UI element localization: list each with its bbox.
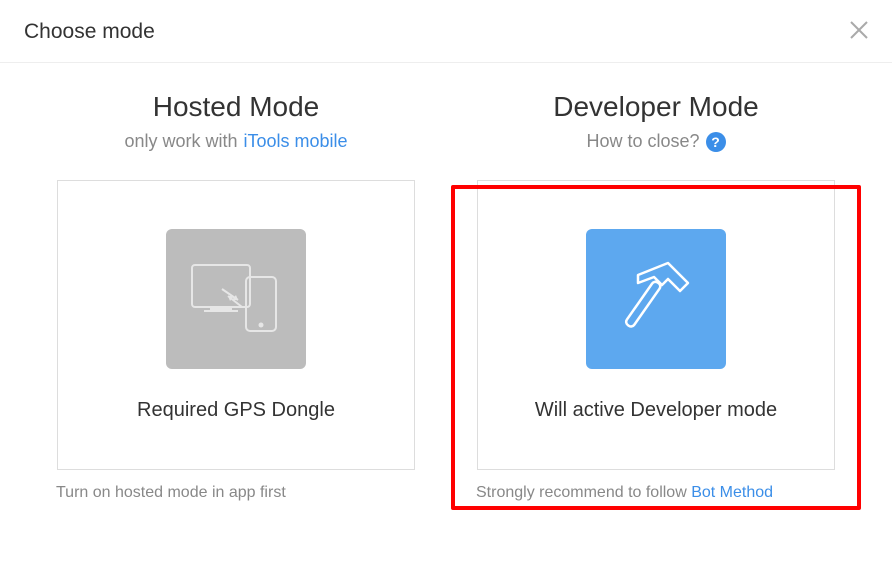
developer-footer: Strongly recommend to follow Bot Method: [466, 484, 773, 502]
developer-subtitle-text: How to close?: [586, 131, 699, 152]
hosted-title: Hosted Mode: [153, 91, 320, 123]
help-icon[interactable]: ?: [706, 132, 726, 152]
developer-footer-text: Strongly recommend to follow: [476, 484, 687, 501]
developer-card-label: Will active Developer mode: [535, 399, 777, 422]
close-icon: [850, 21, 868, 39]
hosted-subtitle: only work with iTools mobile: [124, 131, 347, 152]
developer-mode-column: Developer Mode How to close? ? Will acti…: [466, 91, 846, 502]
close-button[interactable]: [850, 20, 868, 44]
developer-subtitle: How to close? ?: [586, 131, 725, 152]
hammer-icon: [586, 229, 726, 369]
hosted-mode-card[interactable]: Required GPS Dongle: [57, 180, 415, 470]
dialog-content: Hosted Mode only work with iTools mobile: [0, 63, 892, 502]
itools-mobile-link[interactable]: iTools mobile: [244, 131, 348, 152]
developer-mode-card[interactable]: Will active Developer mode: [477, 180, 835, 470]
hosted-footer: Turn on hosted mode in app first: [46, 484, 286, 502]
hosted-mode-column: Hosted Mode only work with iTools mobile: [46, 91, 426, 502]
devices-icon: [166, 229, 306, 369]
developer-title: Developer Mode: [553, 91, 758, 123]
hosted-subtitle-text: only work with: [124, 131, 237, 152]
bot-method-link[interactable]: Bot Method: [691, 484, 773, 501]
dialog-header: Choose mode: [0, 0, 892, 63]
dialog-title: Choose mode: [24, 20, 155, 44]
hosted-card-label: Required GPS Dongle: [137, 399, 335, 422]
